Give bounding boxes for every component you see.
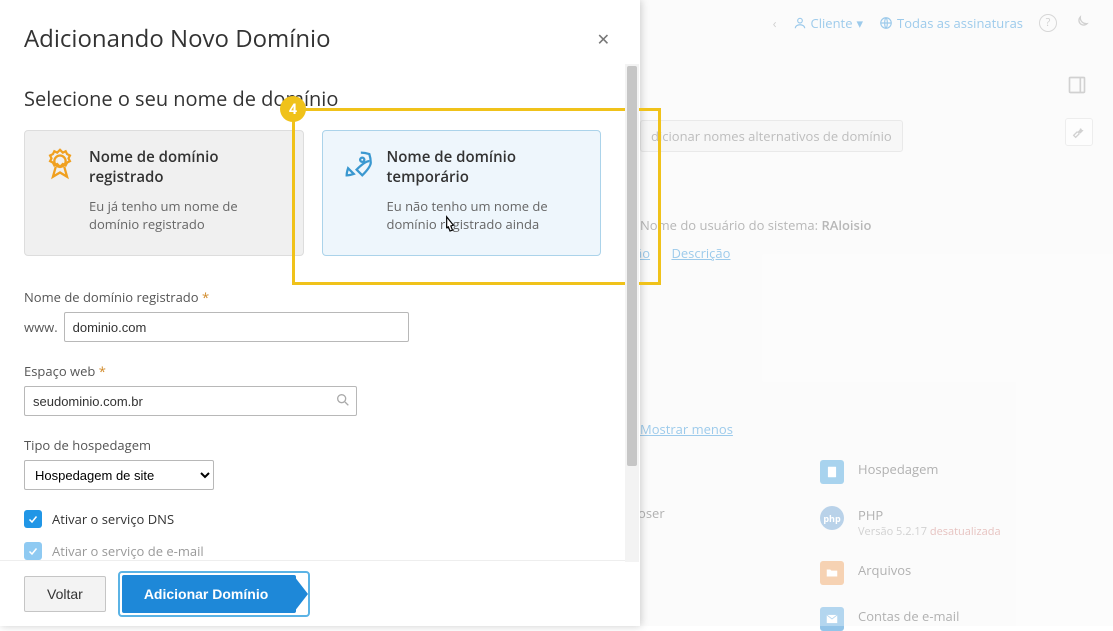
enable-dns-label: Ativar o serviço DNS: [52, 510, 174, 528]
add-domain-button[interactable]: Adicionar Domínio: [122, 575, 296, 613]
modal-title: Adicionando Novo Domínio: [24, 22, 601, 55]
checkbox-checked-icon: [24, 542, 42, 560]
domain-field-label: Nome de domínio registrado *: [24, 288, 601, 306]
card-registered-title: Nome de domínio registrado: [89, 147, 285, 187]
hosting-type-select[interactable]: Hospedagem de site: [24, 460, 214, 490]
scrollbar-thumb[interactable]: [627, 66, 637, 466]
enable-mail-checkbox[interactable]: Ativar o serviço de e-mail: [24, 542, 601, 560]
hosting-type-label: Tipo de hospedagem: [24, 436, 601, 454]
back-button[interactable]: Voltar: [24, 576, 106, 612]
enable-mail-label: Ativar o serviço de e-mail: [52, 542, 204, 560]
enable-dns-checkbox[interactable]: Ativar o serviço DNS: [24, 510, 601, 528]
search-icon[interactable]: [335, 392, 351, 408]
add-domain-modal: ✕ Adicionando Novo Domínio Selecione o s…: [0, 0, 640, 626]
card-temporary-desc: Eu não tenho um nome de domínio registra…: [387, 197, 583, 233]
card-temporary-domain[interactable]: Nome de domínio temporário Eu não tenho …: [322, 130, 602, 256]
domain-input[interactable]: [64, 312, 409, 342]
webspace-field-label: Espaço web *: [24, 362, 601, 380]
modal-scrollbar[interactable]: [625, 64, 639, 562]
card-temporary-title: Nome de domínio temporário: [387, 147, 583, 187]
button-arrow-decoration: [294, 576, 308, 612]
www-prefix: www.: [24, 318, 58, 336]
checkbox-checked-icon: [24, 510, 42, 528]
rocket-icon: [341, 147, 375, 181]
section-title: Selecione o seu nome de domínio: [24, 85, 601, 112]
card-registered-desc: Eu já tenho um nome de domínio registrad…: [89, 197, 285, 233]
badge-icon: [43, 147, 77, 181]
webspace-input[interactable]: [24, 386, 357, 416]
card-registered-domain[interactable]: Nome de domínio registrado Eu já tenho u…: [24, 130, 304, 256]
